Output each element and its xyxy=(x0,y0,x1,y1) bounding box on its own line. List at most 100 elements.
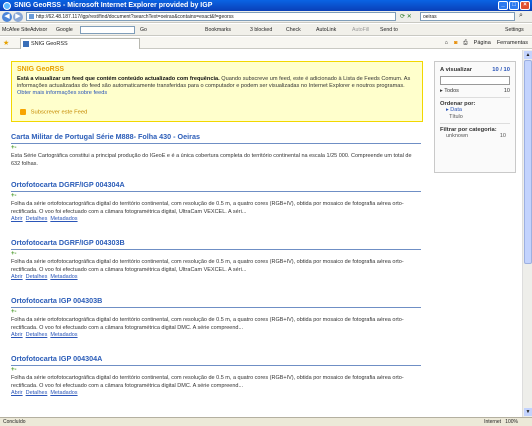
search-value: oeiras xyxy=(423,14,437,20)
check-button[interactable]: Check xyxy=(286,26,301,34)
order-option-titulo-label: Título xyxy=(449,113,463,120)
scroll-down-icon[interactable]: ▼ xyxy=(524,408,532,416)
tab-favicon-icon xyxy=(23,41,29,47)
feed-icon[interactable]: ◙ xyxy=(454,39,457,47)
address-row: ◀ ▶ http://62.48.187.117/igp/rest/find/d… xyxy=(0,11,532,23)
tab-snig-georss[interactable]: SNIG GeoRSS xyxy=(20,38,140,49)
open-link[interactable]: Abrir xyxy=(11,274,23,280)
subscribe-feed-icon xyxy=(20,109,26,115)
tab-row: ★ SNIG GeoRSS ⌂ ◙ ⎙ Página Ferramentas xyxy=(0,37,532,49)
autolink-button[interactable]: AutoLink xyxy=(316,26,336,34)
expand-icon[interactable]: +- xyxy=(11,251,421,258)
open-link[interactable]: Abrir xyxy=(11,332,23,338)
feed-bold-text: Está a visualizar um feed que contém con… xyxy=(17,76,220,82)
search-input[interactable]: oeiras xyxy=(420,12,515,21)
feed-item: Ortofotocarta DGRF/IGP 004304A +- Folha … xyxy=(11,180,421,238)
subscribe-label: Subscrever este Feed xyxy=(30,109,88,116)
expand-icon[interactable]: +- xyxy=(11,309,421,316)
mcafee-button[interactable]: McAfee SiteAdvisor xyxy=(2,26,47,34)
autofill-button[interactable]: AutoFill xyxy=(352,26,369,34)
feed-item-description: Folha da série ortofotocartográfica digi… xyxy=(11,375,404,389)
metadata-link[interactable]: Metadados xyxy=(50,274,77,280)
all-label: Todos xyxy=(444,88,459,94)
feed-title: SNIG GeoRSS xyxy=(17,66,65,73)
back-button[interactable]: ◀ xyxy=(2,12,12,22)
page-menu[interactable]: Página xyxy=(474,39,491,47)
details-link[interactable]: Detalhes xyxy=(26,274,48,280)
feed-item-title[interactable]: Ortofotocarta IGP 004303B xyxy=(11,296,421,306)
vertical-scrollbar[interactable]: ▲ ▼ xyxy=(522,50,532,417)
close-button[interactable]: × xyxy=(520,1,530,10)
blocked-popups[interactable]: 3 blocked xyxy=(250,26,272,34)
feed-item-description: Folha da série ortofotocartográfica digi… xyxy=(11,201,404,215)
google-search-input[interactable] xyxy=(80,26,135,34)
bookmarks-button[interactable]: Bookmarks xyxy=(205,26,231,34)
status-text: Concluído xyxy=(3,419,26,425)
feed-item-description: Folha da série ortofotocartográfica digi… xyxy=(11,317,404,331)
tab-label: SNIG GeoRSS xyxy=(31,41,68,47)
feed-item-title[interactable]: Ortofotocarta IGP 004304A xyxy=(11,354,421,364)
page-icon xyxy=(29,14,34,19)
open-link[interactable]: Abrir xyxy=(11,216,23,222)
feed-item-title[interactable]: Ortofotocarta DGRF/IGP 004303B xyxy=(11,238,421,248)
search-icon[interactable]: ⌕ xyxy=(519,12,523,20)
viewing-label: A visualizar xyxy=(440,67,473,73)
ie-logo-icon xyxy=(3,2,11,10)
google-label: Google xyxy=(56,27,73,33)
feed-item-description: Esta Série Cartográfica constitui a prin… xyxy=(11,153,412,167)
window-title: SNIG GeoRSS - Microsoft Internet Explore… xyxy=(14,2,213,9)
order-option-data-label: Data xyxy=(450,107,462,113)
feed-items: Carta Militar de Portugal Série M888- Fo… xyxy=(11,132,421,412)
expand-icon[interactable]: +- xyxy=(11,193,421,200)
feed-item: Ortofotocarta IGP 004303B +- Folha da sé… xyxy=(11,296,421,354)
print-icon[interactable]: ⎙ xyxy=(463,39,467,47)
details-link[interactable]: Detalhes xyxy=(26,390,48,396)
details-link[interactable]: Detalhes xyxy=(26,332,48,338)
filter-option-unknown[interactable]: unknown 10 xyxy=(440,133,510,140)
scroll-thumb[interactable] xyxy=(524,60,532,264)
favorites-star-icon[interactable]: ★ xyxy=(3,39,9,47)
refresh-icon[interactable]: ⟳ ✕ xyxy=(400,13,412,20)
feed-sidebar: A visualizar 10 / 10 ▸ Todos 10 Ordenar po… xyxy=(434,61,516,173)
subscribe-link[interactable]: Subscrever este Feed xyxy=(20,109,87,116)
minimize-button[interactable]: _ xyxy=(498,1,508,10)
expand-icon[interactable]: +- xyxy=(11,367,421,374)
feed-info-box: SNIG GeoRSS Está a visualizar um feed qu… xyxy=(11,61,423,122)
feed-item-description: Folha da série ortofotocartográfica digi… xyxy=(11,259,404,273)
all-filter[interactable]: ▸ Todos xyxy=(440,88,459,94)
toolbar: McAfee SiteAdvisor Google Go Bookmarks 3… xyxy=(0,24,532,36)
viewing-count: 10 / 10 xyxy=(492,67,510,73)
metadata-link[interactable]: Metadados xyxy=(50,390,77,396)
go-button[interactable]: Go xyxy=(140,26,147,34)
page-content: SNIG GeoRSS Está a visualizar um feed qu… xyxy=(0,50,522,417)
scroll-up-icon[interactable]: ▲ xyxy=(524,51,532,59)
open-link[interactable]: Abrir xyxy=(11,390,23,396)
expand-icon[interactable]: +- xyxy=(11,145,421,152)
window-title-bar: SNIG GeoRSS - Microsoft Internet Explore… xyxy=(0,0,532,11)
details-link[interactable]: Detalhes xyxy=(26,216,48,222)
tools-menu[interactable]: Ferramentas xyxy=(497,39,528,47)
all-count: 10 xyxy=(503,88,510,94)
status-zone: Internet 100% xyxy=(484,418,518,426)
feed-more-info-link[interactable]: Obter mais informações sobre feeds xyxy=(17,90,107,96)
metadata-link[interactable]: Metadados xyxy=(50,216,77,222)
home-icon[interactable]: ⌂ xyxy=(445,39,448,47)
filter-count: 10 xyxy=(499,133,506,139)
sidebar-search-input[interactable] xyxy=(440,76,510,85)
address-url: http://62.48.187.117/igp/rest/find/docum… xyxy=(36,14,234,20)
feed-item-title[interactable]: Carta Militar de Portugal Série M888- Fo… xyxy=(11,132,421,142)
forward-button[interactable]: ▶ xyxy=(13,12,23,22)
feed-item-title[interactable]: Ortofotocarta DGRF/IGP 004304A xyxy=(11,180,421,190)
feed-item: Carta Militar de Portugal Série M888- Fo… xyxy=(11,132,421,180)
settings-button[interactable]: Settings xyxy=(505,26,524,34)
metadata-link[interactable]: Metadados xyxy=(50,332,77,338)
feed-description: Está a visualizar um feed que contém con… xyxy=(17,76,417,98)
zoom-level[interactable]: 100% xyxy=(505,419,518,425)
filter-option-label: unknown xyxy=(446,133,469,139)
maximize-button[interactable]: □ xyxy=(509,1,519,10)
feed-item: Ortofotocarta IGP 004304A +- Folha da sé… xyxy=(11,354,421,412)
order-option-titulo[interactable]: Título xyxy=(440,114,510,121)
address-bar[interactable]: http://62.48.187.117/igp/rest/find/docum… xyxy=(26,12,396,21)
status-bar: Concluído Internet 100% xyxy=(0,417,532,426)
sendto-button[interactable]: Send to xyxy=(380,26,398,34)
